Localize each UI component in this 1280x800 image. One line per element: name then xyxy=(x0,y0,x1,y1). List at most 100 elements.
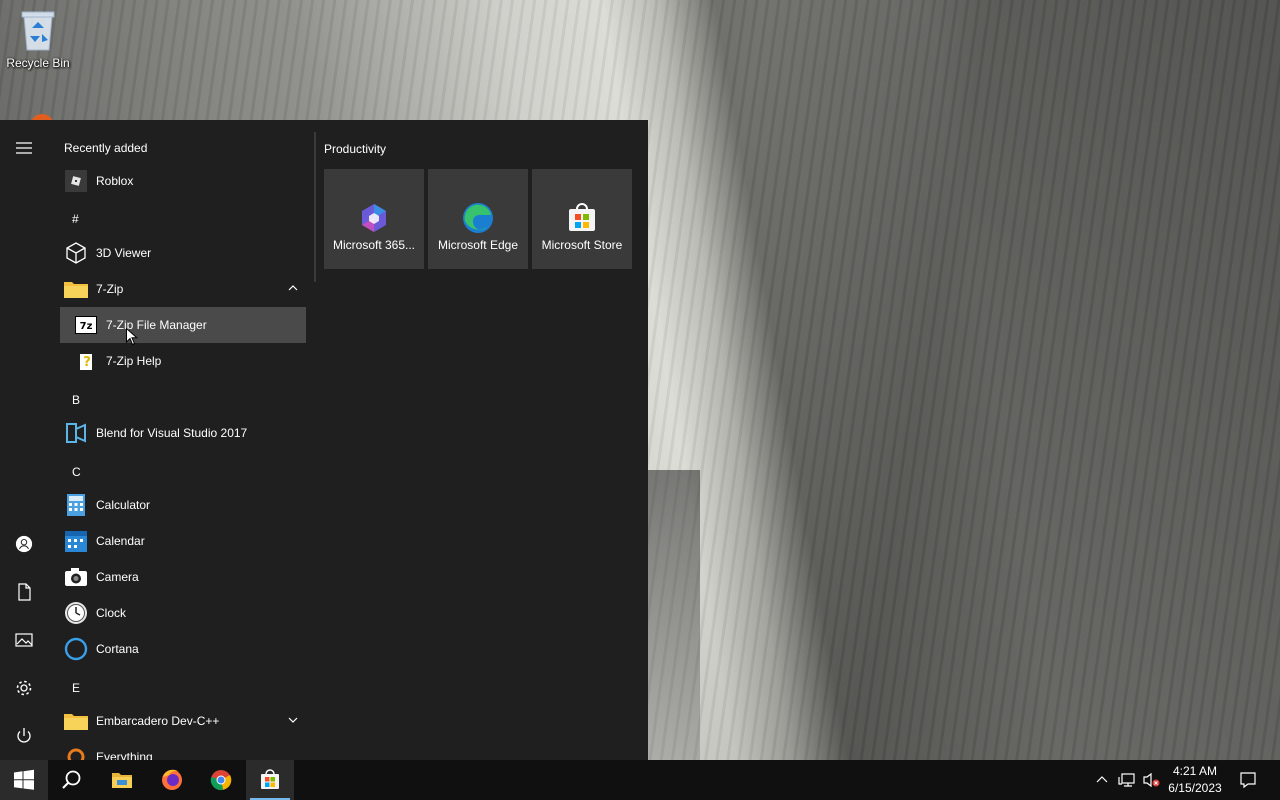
svg-text:7z: 7z xyxy=(80,321,93,332)
expand-menu-button[interactable] xyxy=(0,124,48,172)
section-letter[interactable]: E xyxy=(72,681,80,695)
volume-button[interactable] xyxy=(1140,760,1162,800)
network-button[interactable] xyxy=(1116,760,1138,800)
folder-label: Embarcadero Dev-C++ xyxy=(96,714,220,728)
chevron-down-icon xyxy=(288,717,298,723)
calculator-icon xyxy=(64,493,88,517)
app-label: 7-Zip Help xyxy=(106,354,162,368)
network-icon xyxy=(1118,773,1135,787)
app-list[interactable]: Recently added Roblox # 3D Viewer 7-Zip … xyxy=(48,120,314,760)
app-label: Clock xyxy=(96,606,127,620)
tile-group-title[interactable]: Productivity xyxy=(324,142,386,156)
tile-microsoft-365[interactable]: Microsoft 365... xyxy=(324,169,424,269)
taskbar-clock[interactable]: 4:21 AM 6/15/2023 xyxy=(1160,763,1230,797)
edge-icon xyxy=(463,203,493,233)
camera-icon xyxy=(64,565,88,589)
documents-button[interactable] xyxy=(0,568,48,616)
folder-7zip[interactable]: 7-Zip xyxy=(60,271,306,307)
taskbar-store[interactable] xyxy=(246,760,294,800)
app-calculator[interactable]: Calculator xyxy=(60,487,306,523)
app-label: 3D Viewer xyxy=(96,246,152,260)
section-letter[interactable]: B xyxy=(72,393,80,407)
clock-icon xyxy=(64,601,88,625)
show-hidden-icons-button[interactable] xyxy=(1092,760,1112,800)
clock-date: 6/15/2023 xyxy=(1168,781,1222,795)
action-center-button[interactable] xyxy=(1236,760,1260,800)
help-file-icon: ? xyxy=(74,349,98,373)
7zip-icon: 7z xyxy=(74,313,98,337)
folder-embarcadero[interactable]: Embarcadero Dev-C++ xyxy=(60,703,306,739)
app-label: 7-Zip File Manager xyxy=(106,318,207,332)
gear-icon xyxy=(16,680,32,696)
folder-icon xyxy=(64,709,88,733)
app-label: Blend for Visual Studio 2017 xyxy=(96,426,248,440)
section-letter[interactable]: C xyxy=(72,465,81,479)
start-menu: Recently added Roblox # 3D Viewer 7-Zip … xyxy=(0,120,648,760)
app-label: Calculator xyxy=(96,498,151,512)
account-button[interactable] xyxy=(0,520,48,568)
power-icon xyxy=(17,728,31,743)
start-button[interactable] xyxy=(0,760,48,800)
app-7zip-file-manager[interactable]: 7z 7-Zip File Manager xyxy=(60,307,306,343)
taskbar-firefox[interactable] xyxy=(148,760,196,800)
app-7zip-help[interactable]: ? 7-Zip Help xyxy=(60,343,306,379)
tile-microsoft-store[interactable]: Microsoft Store xyxy=(532,169,632,269)
app-label: Everything xyxy=(96,750,153,760)
recycle-bin-icon xyxy=(21,11,55,51)
start-rail xyxy=(0,120,48,760)
picture-icon xyxy=(15,633,33,647)
app-3d-viewer[interactable]: 3D Viewer xyxy=(60,235,306,271)
windows-logo-icon xyxy=(14,769,34,790)
settings-button[interactable] xyxy=(0,664,48,712)
microsoft-365-icon xyxy=(362,204,386,232)
section-letter[interactable]: # xyxy=(72,212,79,226)
chevron-up-icon xyxy=(288,285,298,291)
store-icon xyxy=(569,203,595,231)
everything-icon xyxy=(64,745,88,760)
app-label: Camera xyxy=(96,570,139,584)
app-camera[interactable]: Camera xyxy=(60,559,306,595)
file-explorer-icon xyxy=(112,773,132,788)
firefox-icon xyxy=(162,769,182,790)
taskbar-chrome[interactable] xyxy=(197,760,245,800)
3d-viewer-icon xyxy=(64,241,88,265)
pictures-button[interactable] xyxy=(0,616,48,664)
hamburger-icon xyxy=(16,142,32,154)
notifications-icon xyxy=(1240,772,1256,789)
blend-icon xyxy=(64,421,88,445)
tile-label: Microsoft Store xyxy=(541,238,623,252)
store-icon xyxy=(261,769,279,789)
app-cortana[interactable]: Cortana xyxy=(60,631,306,667)
calendar-icon xyxy=(64,529,88,553)
folder-label: 7-Zip xyxy=(96,282,124,296)
app-label: Roblox xyxy=(96,174,134,188)
app-label: Cortana xyxy=(96,642,139,656)
tile-microsoft-edge[interactable]: Microsoft Edge xyxy=(428,169,528,269)
cortana-icon xyxy=(64,637,88,661)
app-clock[interactable]: Clock xyxy=(60,595,306,631)
volume-muted-icon xyxy=(1143,772,1160,788)
app-roblox[interactable]: Roblox xyxy=(60,163,306,199)
app-blend[interactable]: Blend for Visual Studio 2017 xyxy=(60,415,306,451)
recycle-bin-shortcut[interactable]: Recycle Bin xyxy=(4,6,72,76)
app-list-scrollbar[interactable] xyxy=(314,132,316,282)
chrome-icon xyxy=(210,770,232,791)
power-button[interactable] xyxy=(0,712,48,760)
svg-text:?: ? xyxy=(83,355,91,370)
wallpaper-shadow xyxy=(640,470,700,760)
search-button[interactable] xyxy=(48,760,96,800)
tiles-area: Productivity Microsoft 365... Microsoft … xyxy=(324,120,644,760)
tile-label: Microsoft 365... xyxy=(332,238,416,252)
taskbar-file-explorer[interactable] xyxy=(98,760,146,800)
taskbar: 4:21 AM 6/15/2023 xyxy=(0,760,1280,800)
user-icon xyxy=(15,535,33,553)
search-icon xyxy=(62,770,81,789)
document-icon xyxy=(18,583,31,601)
recently-added-header: Recently added xyxy=(64,141,148,155)
app-everything[interactable]: Everything xyxy=(60,739,306,760)
app-calendar[interactable]: Calendar xyxy=(60,523,306,559)
clock-time: 4:21 AM xyxy=(1172,764,1218,778)
roblox-icon xyxy=(64,169,88,193)
chevron-up-icon xyxy=(1096,776,1108,783)
tile-label: Microsoft Edge xyxy=(437,238,519,252)
